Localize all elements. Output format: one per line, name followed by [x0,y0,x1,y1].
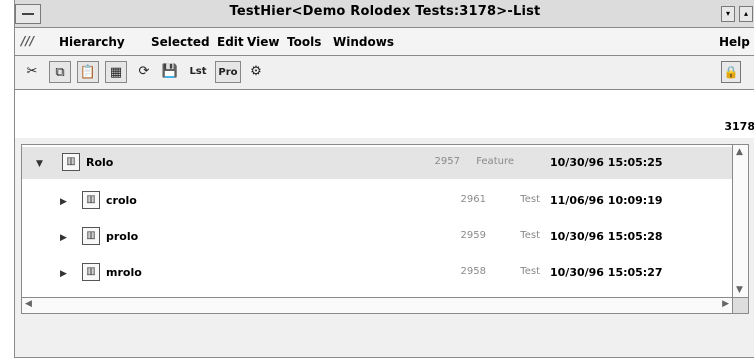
collapse-toggle-icon[interactable]: ▶ [60,233,67,243]
scroll-corner [732,297,748,313]
list-row-root[interactable]: ▼ ▥ Rolo 2957 Feature 10/30/96 15:05:25 [22,147,732,179]
row-number: 2958 [460,266,486,277]
menu-hierarchy[interactable]: Hierarchy [59,35,125,49]
refresh-icon[interactable]: ⟳ [133,61,155,83]
row-number: 2959 [460,230,486,241]
row-type: Test [520,266,540,277]
row-name: crolo [106,194,137,207]
toolbar: ✂ ⧉ 📋 ▦ ⟳ 💾 Lst Pro ⚙ 🔒 [15,56,754,90]
scroll-up-icon[interactable]: ▲ [736,147,743,157]
save-icon[interactable]: 💾 [159,61,181,83]
title-bar[interactable]: TestHier<Demo Rolodex Tests:3178>-List ▾… [15,0,754,28]
node-icon: ▥ [82,191,100,209]
row-number: 2961 [460,194,486,205]
collapse-toggle-icon[interactable]: ▶ [60,197,67,207]
row-type: Test [520,230,540,241]
node-icon: ▥ [82,263,100,281]
menu-windows[interactable]: Windows [333,35,394,49]
wand-icon[interactable]: ✂ [21,61,43,83]
list-button[interactable]: Lst [185,61,211,83]
row-type: Test [520,194,540,205]
row-number: 2957 [434,156,460,167]
list-row[interactable]: ▶ ▥ crolo 2961 Test 11/06/96 10:09:19 [22,185,732,217]
scroll-down-icon[interactable]: ▼ [736,285,743,295]
paste-icon[interactable]: 📋 [77,61,99,83]
row-type: Feature [476,156,514,167]
menu-view[interactable]: View [247,35,279,49]
status-strip: 3178 [15,90,754,138]
menu-bar: /// Hierarchy Selected Edit View Tools W… [15,28,754,56]
node-icon: ▥ [82,227,100,245]
hierarchy-list: ▼ ▥ Rolo 2957 Feature 10/30/96 15:05:25 … [21,144,749,314]
list-window: TestHier<Demo Rolodex Tests:3178>-List ▾… [14,0,754,358]
row-date: 10/30/96 15:05:27 [550,266,663,279]
row-name: Rolo [86,156,114,169]
menu-edit[interactable]: Edit [217,35,244,49]
run-icon[interactable]: ⚙ [245,61,267,83]
scroll-right-icon[interactable]: ▶ [722,299,729,309]
minimize-button[interactable]: ▾ [721,6,735,22]
copy-icon[interactable]: ⧉ [49,61,71,83]
grid-icon[interactable]: ▦ [105,61,127,83]
row-name: prolo [106,230,139,243]
horizontal-scrollbar[interactable]: ◀ ▶ [22,297,732,313]
list-row[interactable]: ▶ ▥ prolo 2959 Test 10/30/96 15:05:28 [22,221,732,253]
window-title: TestHier<Demo Rolodex Tests:3178>-List [229,4,541,19]
scroll-left-icon[interactable]: ◀ [25,299,32,309]
lock-icon[interactable]: 🔒 [721,61,741,83]
collapse-toggle-icon[interactable]: ▶ [60,269,67,279]
row-date: 10/30/96 15:05:28 [550,230,663,243]
menu-help[interactable]: Help [719,35,750,49]
row-date: 11/06/96 10:09:19 [550,194,663,207]
list-row[interactable]: ▶ ▥ mrolo 2958 Test 10/30/96 15:05:27 [22,257,732,289]
menu-selected[interactable]: Selected [151,35,210,49]
menu-tools[interactable]: Tools [287,35,321,49]
row-date: 10/30/96 15:05:25 [550,156,663,169]
expand-toggle-icon[interactable]: ▼ [36,159,43,169]
id-value: 3178 [724,120,754,133]
maximize-button[interactable]: ▴ [739,6,753,22]
node-icon: ▥ [62,153,80,171]
pro-button[interactable]: Pro [215,61,241,83]
app-menu-icon[interactable]: /// [21,34,34,48]
vertical-scrollbar[interactable]: ▲ ▼ [732,145,748,297]
row-name: mrolo [106,266,142,279]
